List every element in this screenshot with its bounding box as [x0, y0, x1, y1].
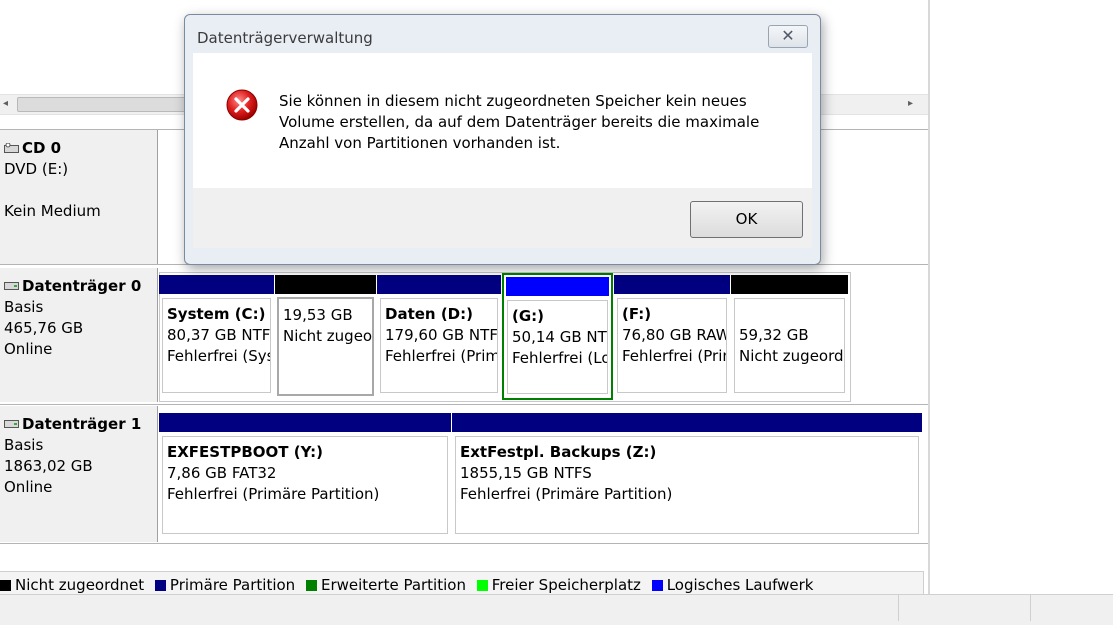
legend-swatch	[651, 580, 663, 591]
partition-f[interactable]: (F:) 76,80 GB RAW Fehlerfrei (Primäre	[614, 275, 730, 397]
disk-status: Online	[4, 478, 53, 496]
legend-swatch	[476, 580, 488, 591]
legend-swatch	[154, 580, 166, 591]
disk-label-disk0[interactable]: Datenträger 0 Basis 465,76 GB Online	[0, 268, 158, 402]
partition-size: 59,32 GB	[739, 326, 809, 344]
dialog-content: Sie können in diesem nicht zugeordneten …	[193, 53, 812, 188]
legend-label: Erweiterte Partition	[320, 576, 466, 594]
status-cell	[898, 595, 899, 621]
partition-g[interactable]: (G:) 50,14 GB NTFS Fehlerfrei (Logisch	[502, 273, 613, 400]
disk-media-status: Kein Medium	[4, 202, 101, 220]
partition-size: 50,14 GB NTFS	[512, 328, 607, 346]
status-bar	[0, 594, 1113, 625]
partition-bar	[159, 275, 274, 294]
legend-label: Freier Speicherplatz	[491, 576, 641, 594]
legend: Nicht zugeordnet Primäre Partition Erwei…	[0, 571, 924, 594]
partition-y[interactable]: EXFESTPBOOT (Y:) 7,86 GB FAT32 Fehlerfre…	[159, 413, 451, 538]
error-icon	[226, 89, 258, 121]
partition-status: Nicht zugeordnet	[739, 347, 844, 365]
hard-disk-icon	[4, 282, 19, 290]
disk-label-disk1[interactable]: Datenträger 1 Basis 1863,02 GB Online	[0, 406, 158, 542]
dialog-message: Sie können in diesem nicht zugeordneten …	[279, 92, 760, 152]
close-button[interactable]: ✕	[768, 25, 808, 48]
disk-spacer	[4, 180, 157, 201]
hard-disk-icon	[4, 420, 19, 428]
partition-z[interactable]: ExtFestpl. Backups (Z:) 1855,15 GB NTFS …	[452, 413, 922, 538]
partition-size: 19,53 GB	[283, 306, 353, 324]
disk-type: Basis	[4, 298, 44, 316]
legend-swatch	[0, 580, 11, 591]
partition-bar	[506, 277, 609, 296]
disk-size: 465,76 GB	[4, 319, 84, 337]
partition-title: ExtFestpl. Backups (Z:)	[460, 443, 657, 461]
partition-status: Fehlerfrei (Logisch	[512, 349, 607, 367]
partition-status: Fehlerfrei (Primäre	[622, 347, 726, 365]
partition-bar	[275, 275, 376, 294]
scrollbar-thumb[interactable]	[17, 97, 193, 112]
ok-button[interactable]: OK	[690, 201, 803, 238]
disk-name: CD 0	[22, 139, 62, 157]
disk-status: Online	[4, 340, 53, 358]
error-dialog: Datenträgerverwaltung ✕ Sie können in di…	[184, 14, 821, 265]
scroll-left-icon[interactable]: ◂	[3, 98, 8, 109]
disk-type: DVD (E:)	[4, 160, 69, 178]
partition-bar	[452, 413, 922, 432]
partition-size: 76,80 GB RAW	[622, 326, 727, 344]
partition-c[interactable]: System (C:) 80,37 GB NTFS Fehlerfrei (Sy…	[159, 275, 274, 397]
partition-title: (G:)	[512, 307, 545, 325]
disk-name: Datenträger 0	[22, 277, 142, 295]
disk-label-cd0[interactable]: CD 0 DVD (E:) Kein Medium	[0, 130, 158, 264]
partition-status: Fehlerfrei (Primäre	[385, 347, 497, 365]
partition-d[interactable]: Daten (D:) 179,60 GB NTFS Fehlerfrei (Pr…	[377, 275, 501, 397]
close-icon: ✕	[781, 26, 795, 45]
partition-unallocated-2[interactable]: 59,32 GB Nicht zugeordnet	[731, 275, 848, 397]
partition-title: (F:)	[622, 305, 652, 323]
dialog-footer: OK	[193, 188, 812, 248]
partition-bar	[614, 275, 730, 294]
partition-status: Fehlerfrei (Primäre Partition)	[167, 485, 380, 503]
partition-title: Daten (D:)	[385, 305, 473, 323]
scroll-right-icon[interactable]: ▸	[908, 98, 913, 109]
partition-size: 179,60 GB NTFS	[385, 326, 498, 344]
partition-status: Fehlerfrei (Primäre Partition)	[460, 485, 673, 503]
partition-status: Fehlerfrei (System	[167, 347, 270, 365]
legend-label: Logisches Laufwerk	[666, 576, 814, 594]
row-divider	[0, 543, 928, 544]
row-divider	[0, 404, 928, 405]
legend-swatch	[305, 580, 317, 591]
legend-label: Nicht zugeordnet	[15, 576, 145, 594]
disk-size: 1863,02 GB	[4, 457, 93, 475]
partition-bar	[159, 413, 451, 432]
partition-unallocated-1[interactable]: 19,53 GB Nicht zugeordnet	[275, 275, 376, 397]
dialog-title: Datenträgerverwaltung	[197, 29, 373, 47]
partition-title: EXFESTPBOOT (Y:)	[167, 443, 323, 461]
partition-bar	[731, 275, 848, 294]
status-cell	[1030, 595, 1031, 621]
partition-status: Nicht zugeordnet	[283, 327, 373, 345]
partition-title: System (C:)	[167, 305, 266, 323]
cd-drive-icon	[4, 143, 19, 153]
disk-type: Basis	[4, 436, 44, 454]
disk-name: Datenträger 1	[22, 415, 142, 433]
partition-size: 7,86 GB FAT32	[167, 464, 277, 482]
pane-separator	[928, 0, 930, 598]
partition-size: 80,37 GB NTFS	[167, 326, 271, 344]
partition-bar	[377, 275, 501, 294]
partition-size: 1855,15 GB NTFS	[460, 464, 592, 482]
legend-label: Primäre Partition	[169, 576, 296, 594]
